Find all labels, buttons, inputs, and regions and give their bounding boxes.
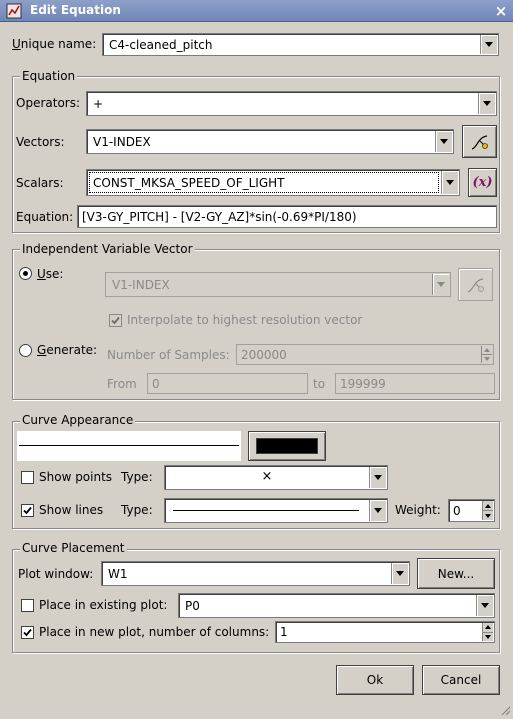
cancel-label: Cancel <box>440 673 482 687</box>
equation-label: Equation: <box>16 210 74 224</box>
weight-spinbox[interactable]: 0 <box>448 499 495 522</box>
scalars-combo[interactable]: CONST_MKSA_SPEED_OF_LIGHT <box>86 169 460 196</box>
vectors-value: V1-INDEX <box>93 134 151 149</box>
samples-spinbox[interactable]: 200000 <box>236 344 494 365</box>
use-vector-select-button[interactable] <box>458 268 493 301</box>
unique-name-value: C4-cleaned_pitch <box>109 37 213 52</box>
points-type-value: × <box>261 469 273 484</box>
weight-value: 0 <box>453 503 461 518</box>
chevron-down-icon[interactable] <box>480 35 497 54</box>
window-title: Edit Equation <box>30 3 121 17</box>
chevron-down-icon[interactable] <box>435 131 452 152</box>
existing-plot-value: P0 <box>185 598 200 613</box>
equation-input[interactable]: [V3-GY_PITCH] - [V2-GY_AZ]*sin(-0.69*PI/… <box>77 205 497 228</box>
operators-value: + <box>93 96 104 111</box>
lines-type-label: Type: <box>121 503 153 517</box>
existing-plot-label: Place in existing plot: <box>39 598 168 612</box>
operators-label: Operators: <box>16 96 81 110</box>
chevron-down-icon[interactable] <box>391 563 408 584</box>
weight-spinner[interactable] <box>482 501 493 520</box>
chevron-down-icon[interactable] <box>476 595 493 616</box>
plot-window-combo[interactable]: W1 <box>101 561 410 586</box>
line-style-preview <box>173 510 359 511</box>
checkmark-icon <box>23 506 32 515</box>
scalars-label: Scalars: <box>16 176 64 190</box>
curve-pick-icon <box>467 277 484 293</box>
close-icon[interactable]: × <box>493 3 509 19</box>
weight-label: Weight: <box>395 503 441 517</box>
existing-plot-combo[interactable]: P0 <box>178 593 495 618</box>
equation-value: [V3-GY_PITCH] - [V2-GY_AZ]*sin(-0.69*PI/… <box>82 209 357 224</box>
samples-value: 200000 <box>241 347 287 362</box>
new-plot-checkbox[interactable] <box>21 626 34 639</box>
appearance-legend: Curve Appearance <box>20 413 136 427</box>
operators-combo[interactable]: + <box>86 91 497 116</box>
scalar-icon: (x) <box>472 175 493 190</box>
use-radio[interactable] <box>19 267 32 280</box>
vector-select-button[interactable] <box>462 125 497 158</box>
vectors-label: Vectors: <box>16 135 65 149</box>
use-vector-combo[interactable]: V1-INDEX <box>105 272 451 297</box>
use-vector-value: V1-INDEX <box>112 277 170 292</box>
points-type-combo[interactable]: × <box>164 465 388 490</box>
from-input[interactable]: 0 <box>147 373 308 394</box>
chevron-down-icon[interactable] <box>369 500 386 521</box>
equation-legend: Equation <box>20 69 78 83</box>
lines-type-combo[interactable] <box>164 498 388 523</box>
checkmark-icon <box>111 316 120 325</box>
checkmark-icon <box>23 628 32 637</box>
plot-window-value: W1 <box>108 566 128 581</box>
new-window-label: New... <box>437 566 475 581</box>
independent-legend: Independent Variable Vector <box>20 242 195 256</box>
new-window-button[interactable]: New... <box>417 558 495 589</box>
resize-grip-icon[interactable] <box>499 704 511 716</box>
columns-spinbox[interactable]: 1 <box>275 621 495 643</box>
columns-value: 1 <box>280 625 288 639</box>
points-type-label: Type: <box>121 470 153 484</box>
color-button[interactable] <box>248 431 326 461</box>
ok-label: Ok <box>366 673 384 687</box>
to-label: to <box>313 377 326 391</box>
ok-button[interactable]: Ok <box>336 665 414 695</box>
show-lines-checkbox[interactable] <box>21 504 34 517</box>
columns-spinner[interactable] <box>482 623 493 641</box>
interpolate-label: Interpolate to highest resolution vector <box>127 313 363 327</box>
plot-window-label: Plot window: <box>18 567 94 581</box>
interpolate-checkbox[interactable] <box>109 314 122 327</box>
to-value: 199999 <box>340 376 386 391</box>
color-swatch <box>256 438 318 454</box>
from-value: 0 <box>152 376 160 391</box>
show-lines-label: Show lines <box>39 503 104 517</box>
curve-preview <box>17 431 241 461</box>
samples-spinner[interactable] <box>481 346 492 363</box>
chevron-down-icon[interactable] <box>478 93 495 114</box>
curve-pick-icon <box>471 134 488 150</box>
chevron-down-icon[interactable] <box>369 467 386 488</box>
existing-plot-checkbox[interactable] <box>21 599 34 612</box>
from-label: From <box>107 377 137 391</box>
scalars-value: CONST_MKSA_SPEED_OF_LIGHT <box>93 175 285 190</box>
samples-label: Number of Samples: <box>107 348 230 362</box>
show-points-checkbox[interactable] <box>21 471 34 484</box>
placement-legend: Curve Placement <box>20 541 127 555</box>
show-points-label: Show points <box>39 470 113 484</box>
vectors-combo[interactable]: V1-INDEX <box>86 129 454 154</box>
app-icon <box>6 3 22 19</box>
use-label: Use: <box>37 267 64 281</box>
chevron-down-icon[interactable] <box>432 274 449 295</box>
unique-name-combo[interactable]: C4-cleaned_pitch <box>102 33 499 56</box>
cancel-button[interactable]: Cancel <box>422 665 500 695</box>
to-input[interactable]: 199999 <box>335 373 495 394</box>
generate-radio[interactable] <box>19 344 32 357</box>
unique-name-label: Unique name: <box>12 37 97 51</box>
scalar-select-button[interactable]: (x) <box>468 168 497 197</box>
chevron-down-icon[interactable] <box>441 171 458 194</box>
new-plot-label: Place in new plot, number of columns: <box>39 625 270 639</box>
generate-label: Generate: <box>37 343 98 357</box>
preview-line <box>19 445 239 446</box>
